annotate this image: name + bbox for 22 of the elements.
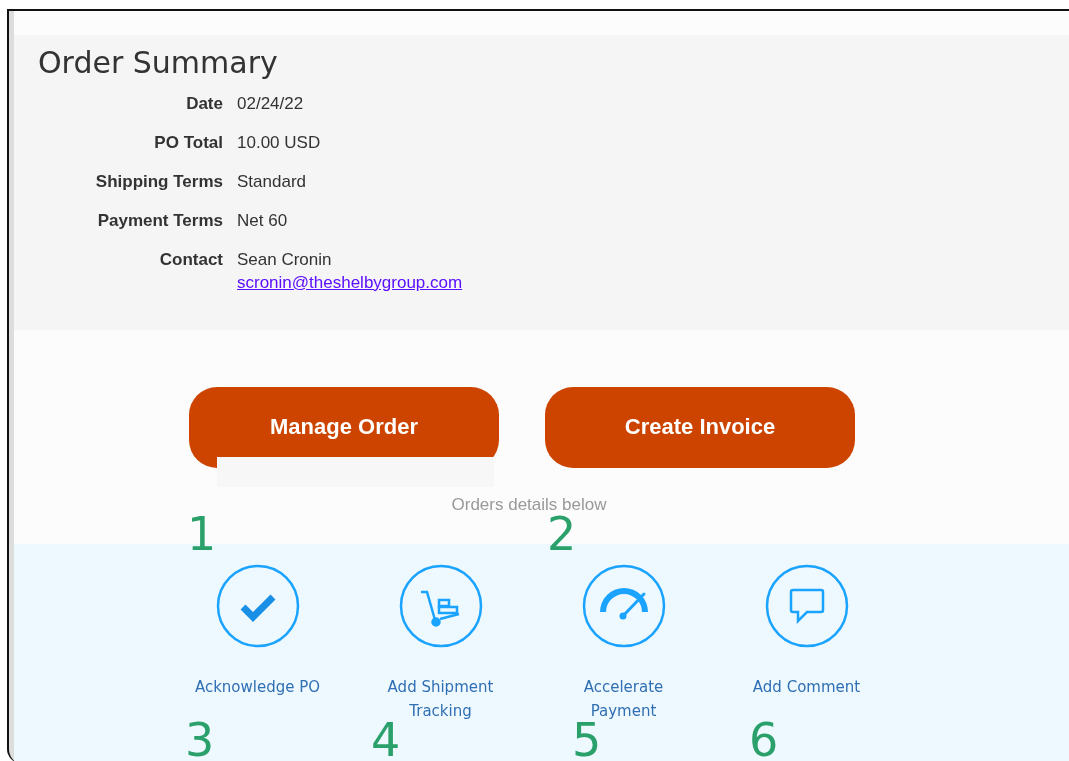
email-link[interactable]: scronin@theshelbygroup.com <box>237 273 463 293</box>
field-value: 10.00 USD <box>237 133 321 153</box>
order-summary-title: Order Summary <box>38 45 279 80</box>
annotation-number: 6 <box>749 717 779 761</box>
checkmark-icon[interactable] <box>215 564 300 648</box>
speech-bubble-icon[interactable] <box>764 564 849 648</box>
hand-truck-icon[interactable] <box>398 564 483 648</box>
field-label: Date <box>185 94 223 114</box>
field-label: PO Total <box>153 133 223 153</box>
field-value: Sean Cronin <box>237 250 332 270</box>
action-link[interactable]: Add Comment <box>736 675 877 699</box>
gauge-icon[interactable] <box>581 564 666 648</box>
field-label: Payment Terms <box>96 211 223 231</box>
annotation-number: 3 <box>185 717 215 761</box>
field-label: Contact <box>158 250 223 271</box>
field-value: 02/24/22 <box>237 94 304 114</box>
action-link[interactable]: Acknowledge PO <box>187 675 328 699</box>
field-value: Standard <box>237 172 306 192</box>
annotation-number: 1 <box>187 511 217 557</box>
field-value: Net 60 <box>237 211 288 231</box>
action-button[interactable]: Create Invoice <box>545 387 855 468</box>
field-label: Shipping Terms <box>94 172 223 192</box>
